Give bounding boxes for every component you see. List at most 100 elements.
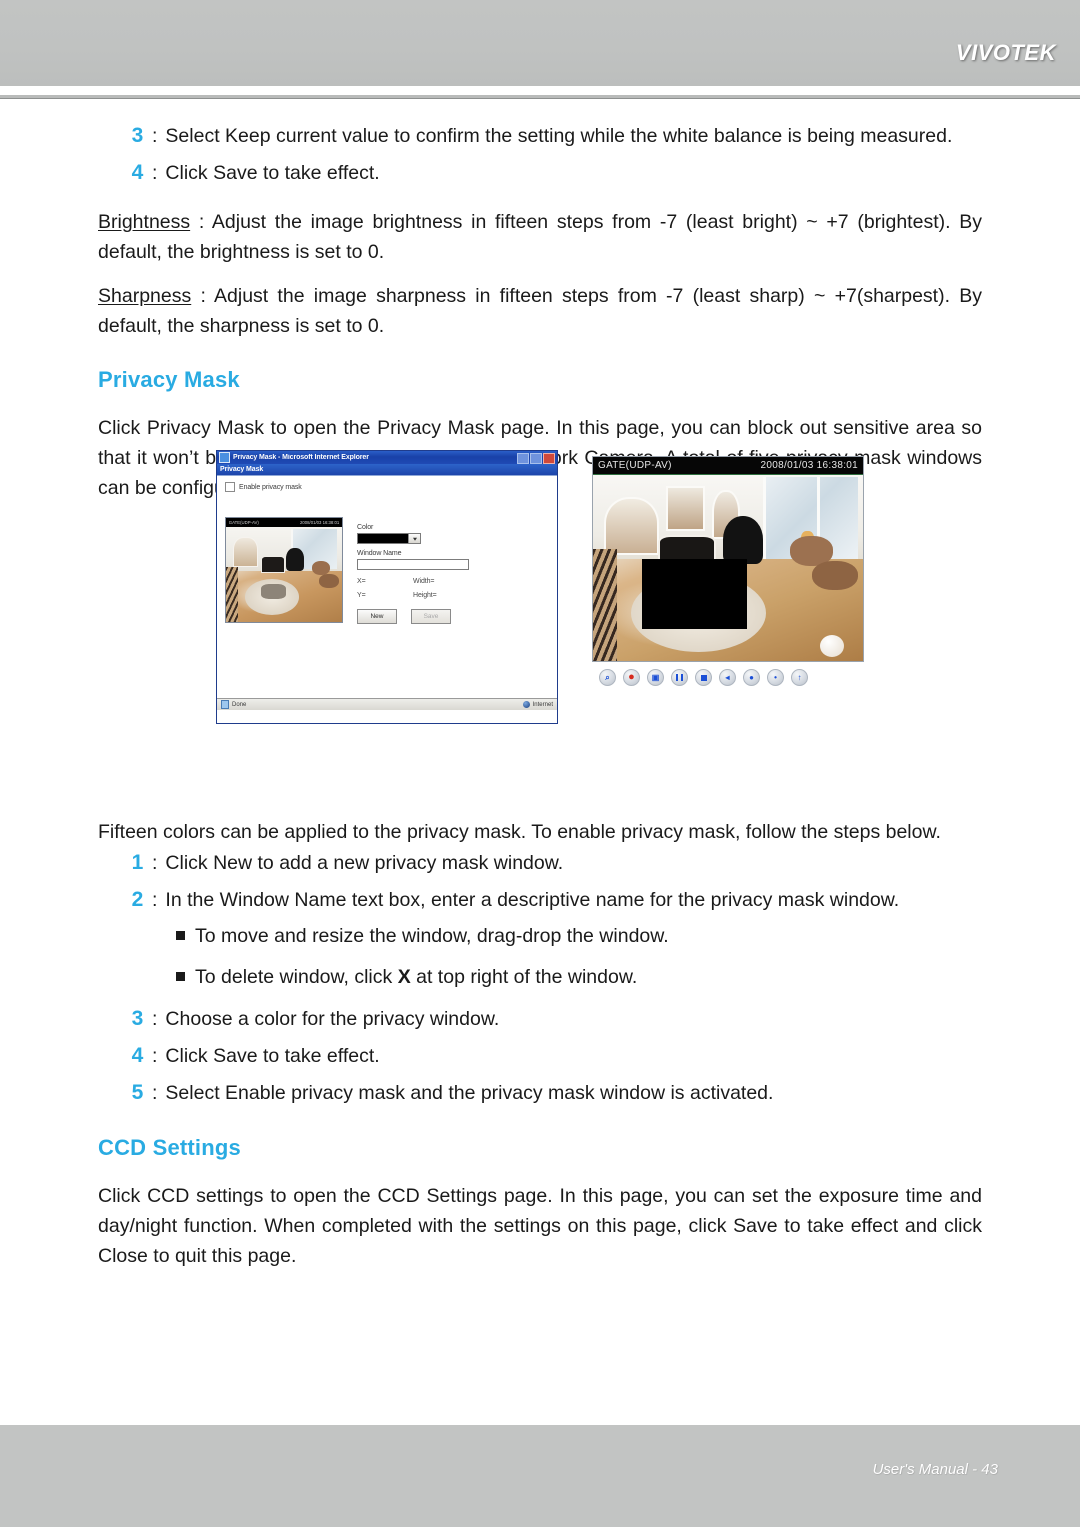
dialog-title: Privacy Mask - Microsoft Internet Explor… — [233, 454, 369, 461]
step-colon: : — [152, 162, 158, 184]
step-row: 3 : Choose a color for the privacy windo… — [98, 1003, 982, 1035]
bullet-text-pre: To delete window, click — [195, 966, 398, 988]
room-shelf — [232, 536, 259, 567]
height-label: Height= — [413, 592, 437, 599]
step-row: 4 : Click Save to take effect. — [98, 1040, 982, 1072]
step-colon: : — [152, 1045, 158, 1067]
status-left-group: Done — [221, 700, 246, 709]
live-room-image — [593, 474, 863, 661]
new-button[interactable]: New — [357, 609, 397, 624]
room-black-chair — [286, 547, 304, 571]
window-name-label: Window Name — [357, 550, 402, 557]
color-swatch — [358, 534, 408, 543]
close-icon[interactable] — [543, 452, 555, 464]
save-button[interactable]: Save — [411, 609, 451, 624]
step-text: Click Save to take effect. — [165, 162, 380, 184]
live-view-frame: GATE(UDP-AV) 2008/01/03 16:38:01 — [592, 456, 864, 662]
step-text: In the Window Name text box, enter a des… — [165, 889, 900, 911]
color-label: Color — [357, 524, 374, 531]
privacy-mask-form: Color Window Name X= Width= Y= Height= N… — [357, 524, 487, 624]
window-name-input[interactable] — [357, 559, 469, 570]
preview-timestamp: 2008/01/03 16:38:01 — [299, 520, 339, 525]
mute-icon[interactable]: ● — [743, 669, 760, 686]
pause-bars — [676, 674, 683, 681]
room-fireplace — [260, 555, 285, 573]
record-glyph: ● — [628, 671, 635, 683]
dimensions-grid: X= Width= Y= Height= — [357, 578, 487, 599]
enable-privacy-mask-label: Enable privacy mask — [239, 483, 302, 491]
width-label: Width= — [413, 578, 435, 585]
brightness-term: Brightness — [98, 211, 191, 233]
live-timestamp: 2008/01/03 16:38:01 — [760, 460, 858, 471]
window-controls — [517, 452, 555, 464]
sharpness-separator: : — [191, 285, 215, 307]
room-staircase — [226, 566, 238, 622]
dialog-page-bar: Privacy Mask — [217, 464, 557, 476]
sharpness-definition: Sharpness : Adjust the image sharpness i… — [98, 281, 982, 341]
mute-glyph: ● — [749, 672, 754, 682]
step-row: 2 : In the Window Name text box, enter a… — [98, 884, 982, 916]
bullet-square-icon — [176, 972, 185, 981]
dialog-status-bar: Done Internet — [217, 698, 557, 710]
dialog-video-preview: GATE(UDP-AV) 2008/01/03 16:38:01 — [225, 517, 343, 623]
sharpness-term: Sharpness — [98, 285, 192, 307]
step-number: 2 — [131, 888, 144, 911]
delete-x-label: X — [397, 966, 411, 988]
snapshot-icon[interactable]: ▣ — [647, 669, 664, 686]
minimize-icon[interactable] — [517, 452, 529, 464]
sharpness-text: Adjust the image sharpness in fifteen st… — [98, 285, 982, 337]
bullet-text-post: at top right of the window. — [410, 966, 638, 988]
color-dropdown[interactable] — [357, 533, 421, 544]
brightness-text: Adjust the image brightness in fifteen s… — [98, 211, 982, 263]
y-label: Y= — [357, 592, 366, 599]
live-info-bar: GATE(UDP-AV) 2008/01/03 16:38:01 — [593, 457, 863, 474]
step-colon: : — [152, 852, 158, 874]
microphone-glyph: • — [774, 672, 777, 682]
room-black-chair — [722, 515, 764, 565]
brightness-definition: Brightness : Adjust the image brightness… — [98, 207, 982, 267]
step-text: Choose a color for the privacy window. — [165, 1008, 500, 1030]
preview-room-image — [226, 527, 342, 622]
enable-privacy-mask-row[interactable]: Enable privacy mask — [225, 482, 557, 492]
step-colon: : — [152, 1082, 158, 1104]
step-text: Click Save to take effect. — [165, 1045, 380, 1067]
step-colon: : — [152, 889, 158, 911]
step-text: Select Enable privacy mask and the priva… — [165, 1082, 774, 1104]
privacy-mask-steps-intro: Fifteen colors can be applied to the pri… — [98, 821, 941, 843]
bullet-square-icon — [176, 931, 185, 940]
record-icon[interactable]: ● — [623, 669, 640, 686]
step-number: 4 — [131, 161, 144, 184]
globe-icon — [522, 701, 530, 708]
step-number: 1 — [131, 851, 144, 874]
bullet-text: To move and resize the window, drag-drop… — [195, 925, 669, 947]
header-divider-thin — [0, 98, 1080, 99]
volume-glyph: ◂ — [725, 672, 730, 682]
talk-icon[interactable]: ↑ — [791, 669, 808, 686]
step-number: 3 — [131, 124, 144, 147]
volume-icon[interactable]: ◂ — [719, 669, 736, 686]
privacy-mask-rectangle[interactable] — [641, 558, 747, 630]
step-colon: : — [152, 125, 158, 147]
step-colon: : — [152, 1008, 158, 1030]
live-view-controls: ⌕ ● ▣ ◂ ● • ↑ — [592, 662, 864, 686]
status-zone-label: Internet — [532, 701, 553, 708]
step-number: 4 — [131, 1044, 144, 1067]
room-staircase — [593, 549, 618, 661]
preview-camera-name: GATE(UDP-AV) — [228, 520, 259, 525]
ie-document-icon — [219, 452, 230, 463]
dialog-body: Enable privacy mask GATE(UDP-AV) 2008/01… — [217, 476, 557, 710]
microphone-icon[interactable]: • — [767, 669, 784, 686]
chevron-down-icon[interactable] — [408, 534, 420, 543]
stop-icon[interactable] — [695, 669, 712, 686]
step-text: Select Keep current value to confirm the… — [165, 125, 953, 147]
room-shelf-left — [603, 497, 660, 556]
live-camera-name: GATE(UDP-AV) — [598, 460, 672, 471]
vivotek-logo: VIVOTEK — [955, 40, 1056, 65]
enable-privacy-mask-checkbox[interactable] — [225, 482, 235, 492]
maximize-icon[interactable] — [530, 452, 542, 464]
pause-icon[interactable] — [671, 669, 688, 686]
document-icon — [221, 700, 229, 709]
x-label: X= — [357, 578, 366, 585]
ccd-settings-text: Click CCD settings to open the CCD Setti… — [98, 1185, 982, 1267]
zoom-icon[interactable]: ⌕ — [599, 669, 616, 686]
